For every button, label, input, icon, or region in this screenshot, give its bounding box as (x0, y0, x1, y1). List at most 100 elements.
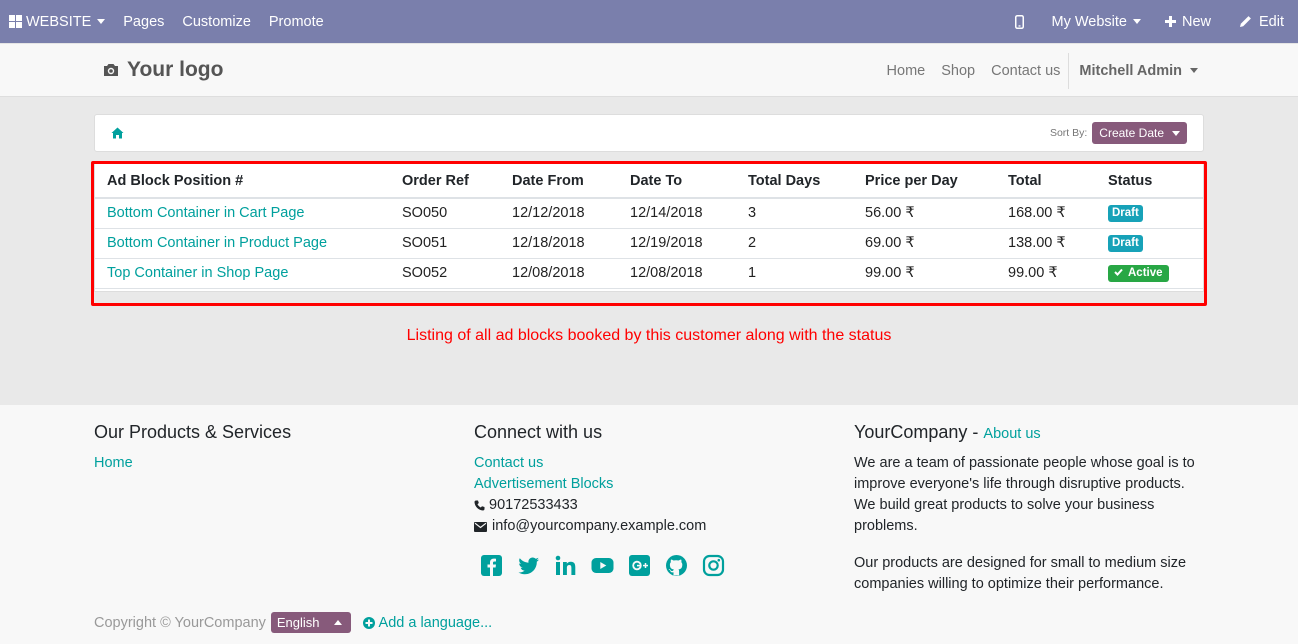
column-header: Price per Day (853, 164, 996, 199)
linkedin-icon[interactable] (553, 553, 578, 578)
nav-home[interactable]: Home (879, 63, 934, 79)
footer-link-contact-us[interactable]: Contact us (474, 453, 726, 474)
copyright-bar: Copyright © YourCompany English Add a la… (94, 612, 492, 633)
price-per-day: 99.00 ₹ (853, 258, 996, 289)
about-us-link[interactable]: About us (983, 426, 1040, 442)
column-header: Date To (618, 164, 736, 199)
language-label: English (276, 615, 320, 630)
website-menu[interactable]: WEBSITE (0, 0, 114, 43)
github-icon[interactable] (664, 553, 689, 578)
mobile-icon (1014, 14, 1024, 29)
about-paragraph: Our products are designed for small to m… (854, 555, 1187, 592)
date-from: 12/08/2018 (500, 258, 618, 289)
price-per-day: 56.00 ₹ (853, 198, 996, 229)
status-badge: Draft (1108, 205, 1143, 223)
phone-line: 90172533433 (474, 495, 726, 516)
total-days: 3 (736, 198, 853, 229)
sort-by: Sort By: Create Date (1050, 122, 1187, 144)
site-header: Your logo Home Shop Contact us Mitchell … (0, 43, 1298, 97)
plus-icon (1164, 16, 1176, 27)
heading-separator: - (967, 422, 984, 442)
column-header: Ad Block Position # (95, 164, 390, 199)
order-ref: SO052 (390, 258, 500, 289)
edit-label: Edit (1259, 13, 1284, 30)
site-footer: Our Products & Services Home Connect wit… (0, 405, 1298, 644)
date-to: 12/19/2018 (618, 228, 736, 259)
website-label: WEBSITE (26, 13, 92, 30)
column-header: Date From (500, 164, 618, 199)
footer-products-column: Our Products & Services Home (94, 422, 291, 474)
total: 99.00 ₹ (996, 258, 1096, 289)
logo-text: Your logo (127, 58, 224, 81)
ad-blocks-table: Ad Block Position # Order Ref Date From … (94, 163, 1204, 292)
total-days: 1 (736, 258, 853, 289)
phone-number: 90172533433 (489, 497, 578, 513)
menu-customize[interactable]: Customize (173, 0, 260, 43)
order-ref: SO050 (390, 198, 500, 229)
annotation-caption: Listing of all ad blocks booked by this … (406, 327, 892, 344)
add-language-label: Add a language... (378, 614, 493, 631)
edit-button[interactable]: Edit (1225, 0, 1292, 43)
ad-block-link[interactable]: Top Container in Shop Page (107, 265, 288, 281)
sort-by-value: Create Date (1099, 126, 1164, 140)
nav-shop[interactable]: Shop (933, 63, 983, 79)
footer-heading: Connect with us (474, 422, 603, 442)
sort-by-dropdown[interactable]: Create Date (1092, 122, 1187, 144)
chevron-up-icon (333, 620, 342, 625)
table-row: Bottom Container in Product Page SO051 1… (95, 228, 1203, 259)
column-header: Order Ref (390, 164, 500, 199)
chevron-down-icon (97, 19, 106, 24)
column-header: Total (996, 164, 1096, 199)
chevron-down-icon (1190, 68, 1198, 73)
instagram-icon[interactable] (701, 553, 726, 578)
nav-contact-us[interactable]: Contact us (983, 63, 1068, 79)
user-name: Mitchell Admin (1079, 62, 1182, 79)
user-menu[interactable]: Mitchell Admin (1068, 52, 1206, 89)
pencil-icon (1240, 16, 1251, 27)
phone-icon (474, 500, 485, 511)
site-logo[interactable]: Your logo (102, 58, 223, 82)
email-line: info@yourcompany.example.com (474, 516, 726, 537)
sort-by-label: Sort By: (1049, 127, 1088, 139)
company-name: YourCompany (854, 422, 968, 442)
twitter-icon[interactable] (516, 553, 541, 578)
table-header-row: Ad Block Position # Order Ref Date From … (95, 164, 1203, 199)
ad-block-link[interactable]: Bottom Container in Cart Page (107, 205, 304, 221)
my-website-menu[interactable]: My Website (1042, 0, 1151, 43)
total: 138.00 ₹ (996, 228, 1096, 259)
column-header: Total Days (736, 164, 853, 199)
date-from: 12/12/2018 (500, 198, 618, 229)
status-badge: Active (1108, 265, 1169, 282)
check-icon (1114, 268, 1123, 276)
copyright-text: Copyright © YourCompany (94, 614, 266, 631)
google-plus-icon[interactable] (627, 553, 652, 578)
home-icon[interactable] (111, 126, 124, 142)
youtube-icon[interactable] (590, 553, 615, 578)
facebook-icon[interactable] (479, 553, 504, 578)
price-per-day: 69.00 ₹ (853, 228, 996, 259)
footer-about-column: YourCompany - About us We are a team of … (854, 422, 1206, 611)
ad-block-link[interactable]: Bottom Container in Product Page (107, 235, 327, 251)
menu-promote[interactable]: Promote (260, 0, 333, 43)
my-website-label: My Website (1051, 13, 1127, 30)
chevron-down-icon (1172, 130, 1180, 136)
about-paragraph: We are a team of passionate people whose… (854, 455, 1195, 534)
email-address: info@yourcompany.example.com (492, 518, 707, 534)
order-ref: SO051 (390, 228, 500, 259)
new-button[interactable]: New (1151, 0, 1225, 43)
menu-pages[interactable]: Pages (114, 0, 173, 43)
add-language-link[interactable]: Add a language... (362, 614, 493, 631)
footer-link-ad-blocks[interactable]: Advertisement Blocks (474, 474, 726, 495)
mobile-preview-button[interactable] (997, 0, 1042, 43)
footer-heading: YourCompany - About us (854, 422, 1206, 443)
apps-grid-icon (9, 15, 22, 28)
date-to: 12/08/2018 (618, 258, 736, 289)
admin-top-bar: WEBSITE Pages Customize Promote My Websi… (0, 0, 1298, 43)
language-selector[interactable]: English (270, 612, 351, 633)
social-links (479, 553, 726, 578)
date-from: 12/18/2018 (500, 228, 618, 259)
total: 168.00 ₹ (996, 198, 1096, 229)
footer-connect-column: Connect with us Contact us Advertisement… (474, 422, 726, 578)
footer-link-home[interactable]: Home (94, 453, 291, 474)
camera-icon (104, 64, 118, 76)
